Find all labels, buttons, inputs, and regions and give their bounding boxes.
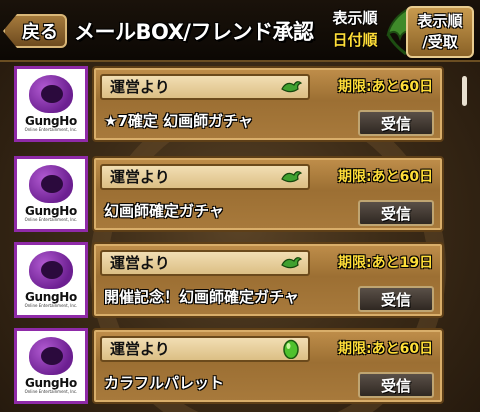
gungho-logo-icon (29, 75, 73, 113)
mail-item[interactable]: GungHo Online Entertainment, Inc. 運営より 期… (14, 66, 446, 142)
avatar-logo-text: GungHo (24, 114, 77, 128)
sender-field: 運営より (100, 74, 310, 100)
sender-avatar: GungHo Online Entertainment, Inc. (14, 328, 88, 404)
back-button[interactable]: 戻る (3, 14, 67, 48)
deadline-text: 期限:あと60日 (338, 79, 434, 95)
avatar-logo-text: GungHo (24, 376, 77, 390)
dragon-icon (281, 81, 302, 93)
sort-button-line1: 表示順 (417, 12, 463, 30)
avatar-logo-subtext: Online Entertainment, Inc. (24, 127, 78, 132)
avatar-logo-text: GungHo (24, 204, 77, 218)
mail-panel: 運営より 期限:あと60日 幻画師確定ガチャ 受信 (92, 156, 444, 232)
mail-subject: ★7確定 幻画師ガチャ (104, 112, 253, 130)
receive-button[interactable]: 受信 (358, 200, 434, 226)
sender-name: 運営より (110, 254, 170, 272)
gungho-logo-icon (29, 337, 73, 375)
dragon-icon (281, 171, 302, 183)
sender-avatar: GungHo Online Entertainment, Inc. (14, 242, 88, 318)
sender-name: 運営より (110, 340, 170, 358)
gungho-logo-icon (29, 165, 73, 203)
receive-button[interactable]: 受信 (358, 110, 434, 136)
avatar-logo-text: GungHo (24, 290, 77, 304)
mail-item[interactable]: GungHo Online Entertainment, Inc. 運営より 期… (14, 328, 446, 404)
sort-button-line2: /受取 (422, 33, 458, 51)
avatar-logo-subtext: Online Entertainment, Inc. (24, 303, 78, 308)
mail-panel: 運営より 期限:あと19日 開催記念！幻画師確定ガチャ 受信 (92, 242, 444, 318)
mail-item[interactable]: GungHo Online Entertainment, Inc. 運営より 期… (14, 242, 446, 318)
egg-icon (283, 339, 299, 359)
receive-button[interactable]: 受信 (358, 286, 434, 312)
avatar-logo-subtext: Online Entertainment, Inc. (24, 217, 78, 222)
mail-item[interactable]: GungHo Online Entertainment, Inc. 運営より 期… (14, 156, 446, 232)
mail-subject: 幻画師確定ガチャ (104, 202, 224, 220)
page-title: メールBOX/フレンド承認 (74, 20, 314, 44)
deadline-text: 期限:あと19日 (338, 255, 434, 271)
receive-button[interactable]: 受信 (358, 372, 434, 398)
sort-receive-button[interactable]: 表示順 /受取 (406, 6, 474, 58)
mail-subject: 開催記念！幻画師確定ガチャ (104, 288, 299, 306)
sender-field: 運営より (100, 250, 310, 276)
sender-field: 運営より (100, 164, 310, 190)
avatar-logo-subtext: Online Entertainment, Inc. (24, 389, 78, 394)
sender-avatar: GungHo Online Entertainment, Inc. (14, 66, 88, 142)
header-bar: 戻る メールBOX/フレンド承認 表示順 日付順 表示順 /受取 (0, 0, 480, 62)
deadline-text: 期限:あと60日 (338, 169, 434, 185)
dragon-icon (281, 257, 302, 269)
sender-field: 運営より (100, 336, 310, 362)
scrollbar[interactable] (462, 76, 467, 106)
mail-panel: 運営より 期限:あと60日 ★7確定 幻画師ガチャ 受信 (92, 66, 444, 142)
mail-subject: カラフルパレット (104, 374, 225, 392)
deadline-text: 期限:あと60日 (338, 341, 434, 357)
gungho-logo-icon (29, 251, 73, 289)
mail-panel: 運営より 期限:あと60日 カラフルパレット 受信 (92, 328, 444, 404)
sender-avatar: GungHo Online Entertainment, Inc. (14, 156, 88, 232)
sender-name: 運営より (110, 168, 170, 186)
sender-name: 運営より (110, 78, 170, 96)
